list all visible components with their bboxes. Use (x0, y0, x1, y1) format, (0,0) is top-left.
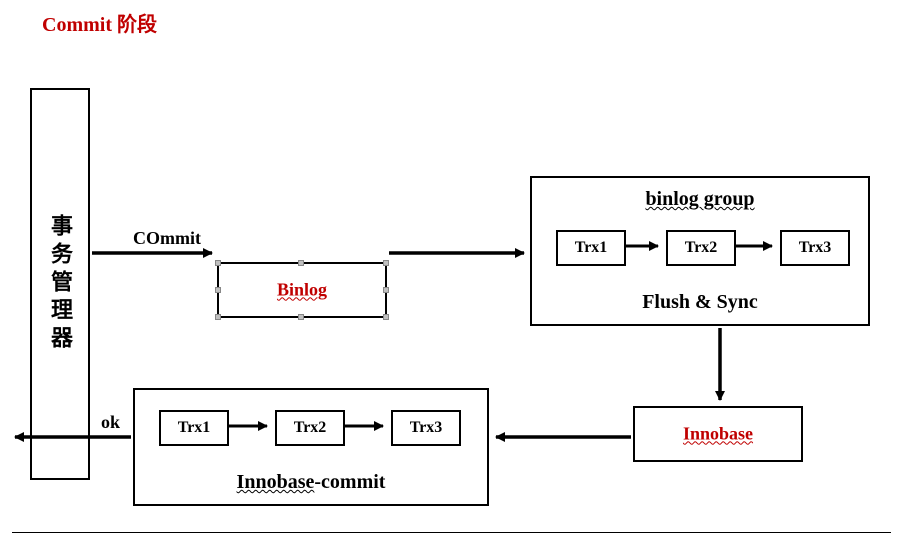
innobase-commit-trx2: Trx2 (275, 410, 345, 446)
page-footer-divider (12, 532, 891, 533)
binlog-group-trx2: Trx2 (666, 230, 736, 266)
innobase-label: Innobase (683, 424, 753, 445)
binlog-group-title: binlog group (645, 188, 754, 211)
binlog-label: Binlog (277, 280, 327, 301)
innobase-commit-footer: Innobase-commit (237, 471, 386, 494)
binlog-group-box: binlog group Trx1 Trx2 Trx3 Flush & Sync (530, 176, 870, 326)
edge-label-ok: ok (101, 412, 120, 433)
binlog-box: Binlog (217, 262, 387, 318)
transaction-manager-box: 事务管理器 (30, 88, 90, 480)
binlog-group-footer: Flush & Sync (642, 291, 758, 314)
innobase-box: Innobase (633, 406, 803, 462)
innobase-commit-box: Trx1 Trx2 Trx3 Innobase-commit (133, 388, 489, 506)
innobase-commit-trx1: Trx1 (159, 410, 229, 446)
binlog-group-trx3: Trx3 (780, 230, 850, 266)
diagram-title: Commit 阶段 (42, 8, 157, 37)
innobase-commit-trx3: Trx3 (391, 410, 461, 446)
transaction-manager-label: 事务管理器 (44, 214, 76, 354)
edge-label-commit: COmmit (133, 228, 201, 249)
binlog-group-trx1: Trx1 (556, 230, 626, 266)
